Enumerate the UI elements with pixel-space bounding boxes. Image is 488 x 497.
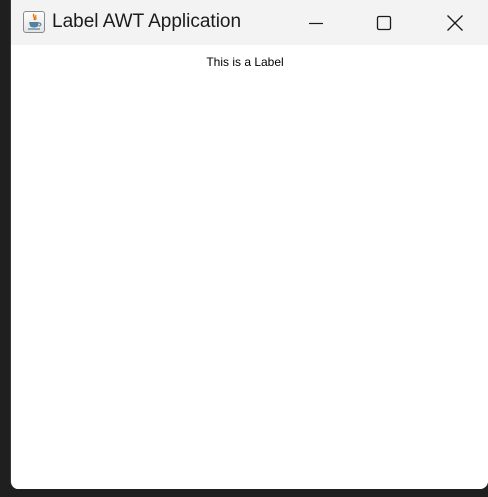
close-button[interactable] [432,0,478,45]
window-title: Label AWT Application [52,11,242,32]
content-panel: This is a Label [11,45,488,489]
maximize-icon [376,15,392,30]
awt-label: This is a Label [206,55,284,69]
maximize-button[interactable] [361,0,407,45]
minimize-button[interactable] [293,0,339,45]
java-coffee-cup-icon[interactable] [23,11,45,33]
app-window: Label AWT Application This is a Label [10,0,488,489]
title-bar[interactable]: Label AWT Application [11,0,488,45]
close-icon [447,14,463,31]
minimize-icon [309,22,323,24]
